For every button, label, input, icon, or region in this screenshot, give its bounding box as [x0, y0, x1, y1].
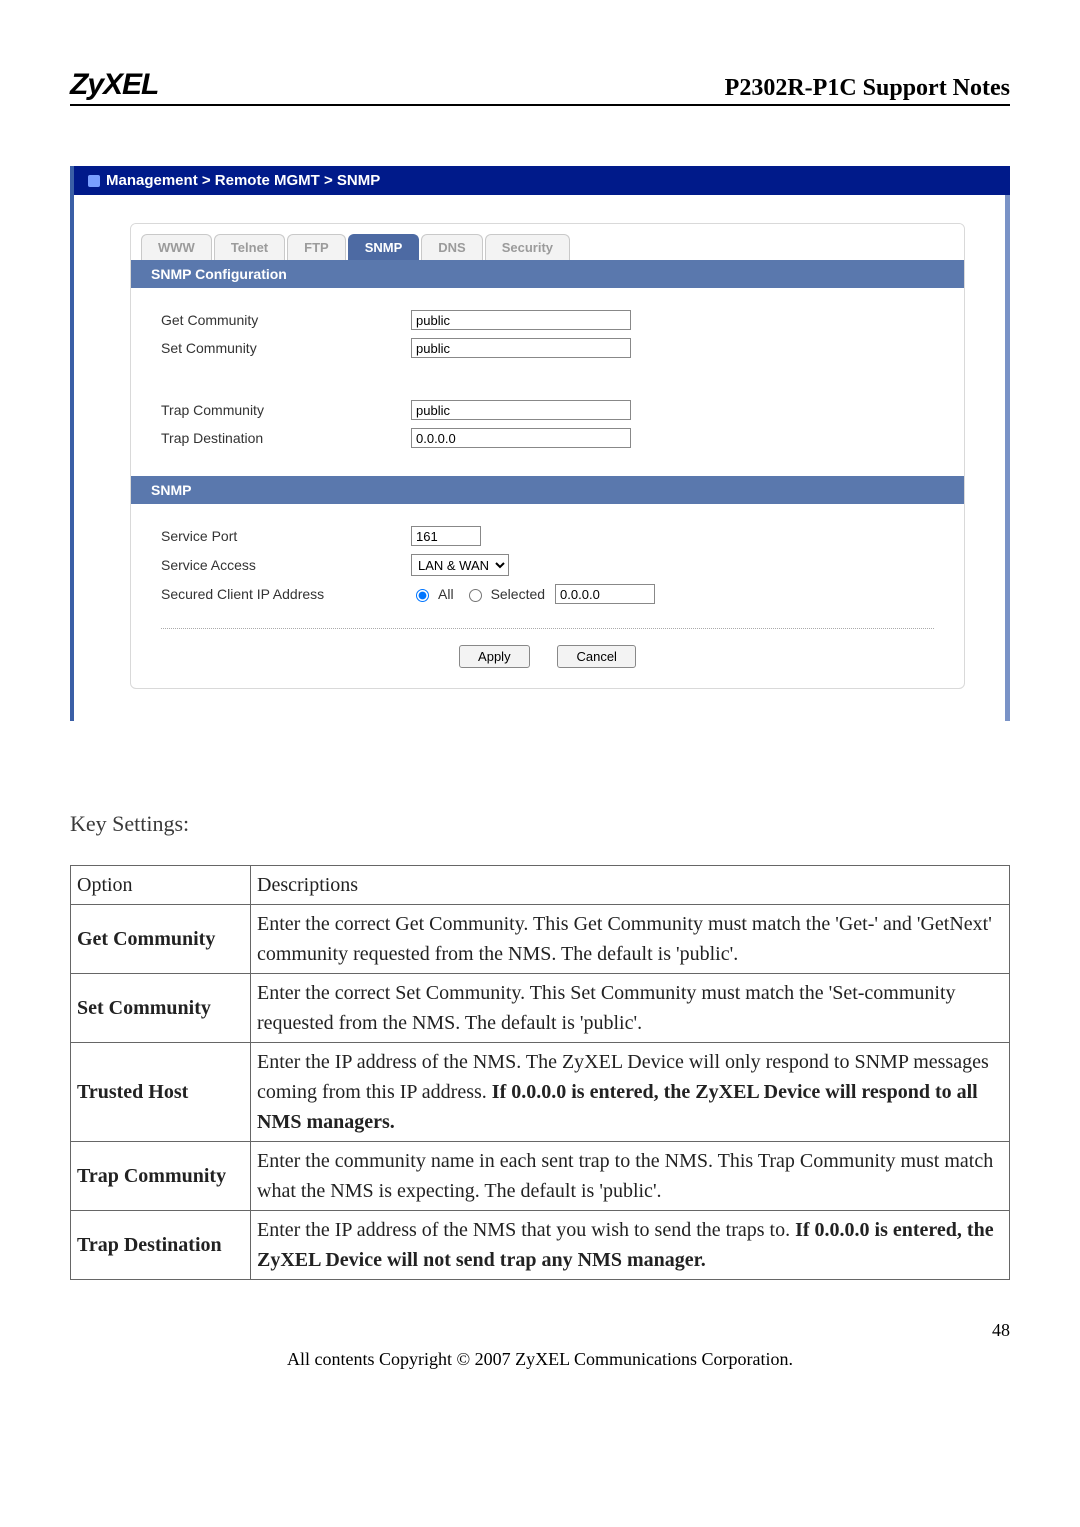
section-title-snmp: SNMP: [131, 476, 964, 504]
set-community-input[interactable]: [411, 338, 631, 358]
copyright: All contents Copyright © 2007 ZyXEL Comm…: [70, 1349, 1010, 1370]
secured-client-label: Secured Client IP Address: [161, 586, 411, 602]
trap-community-label: Trap Community: [161, 402, 411, 418]
trap-destination-label: Trap Destination: [161, 430, 411, 446]
tab-ftp[interactable]: FTP: [287, 234, 346, 260]
table-row: Trusted Host Enter the IP address of the…: [71, 1043, 1010, 1142]
trap-community-input[interactable]: [411, 400, 631, 420]
col-desc-header: Descriptions: [251, 866, 1010, 905]
table-row: Trap Destination Enter the IP address of…: [71, 1211, 1010, 1280]
brand-logo: ZyXEL: [70, 68, 158, 102]
tab-security[interactable]: Security: [485, 234, 570, 260]
service-port-input[interactable]: [411, 526, 481, 546]
breadcrumb-text: Management > Remote MGMT > SNMP: [106, 172, 380, 189]
radio-all[interactable]: [416, 589, 429, 602]
col-option-header: Option: [71, 866, 251, 905]
page-number: 48: [70, 1320, 1010, 1341]
table-row: Trap Community Enter the community name …: [71, 1142, 1010, 1211]
table-row: Get Community Enter the correct Get Comm…: [71, 905, 1010, 974]
document-title: P2302R-P1C Support Notes: [725, 75, 1010, 102]
get-community-label: Get Community: [161, 312, 411, 328]
cancel-button[interactable]: Cancel: [557, 645, 635, 668]
trap-destination-input[interactable]: [411, 428, 631, 448]
document-header: ZyXEL P2302R-P1C Support Notes: [70, 68, 1010, 106]
tab-snmp[interactable]: SNMP: [348, 234, 420, 260]
service-access-select[interactable]: LAN & WAN: [411, 554, 509, 576]
service-port-label: Service Port: [161, 528, 411, 544]
breadcrumb: Management > Remote MGMT > SNMP: [74, 166, 1010, 195]
radio-selected[interactable]: [469, 589, 482, 602]
router-ui-screenshot: Management > Remote MGMT > SNMP WWW Teln…: [70, 166, 1010, 721]
tab-www[interactable]: WWW: [141, 234, 212, 260]
key-settings-table: Option Descriptions Get Community Enter …: [70, 865, 1010, 1280]
get-community-input[interactable]: [411, 310, 631, 330]
service-access-label: Service Access: [161, 557, 411, 573]
breadcrumb-icon: [88, 175, 100, 187]
secured-ip-input[interactable]: [555, 584, 655, 604]
radio-all-label[interactable]: All: [411, 586, 454, 602]
apply-button[interactable]: Apply: [459, 645, 530, 668]
radio-selected-label[interactable]: Selected: [464, 586, 545, 602]
section-title-snmp-config: SNMP Configuration: [131, 260, 964, 288]
table-row: Set Community Enter the correct Set Comm…: [71, 974, 1010, 1043]
set-community-label: Set Community: [161, 340, 411, 356]
tab-bar: WWW Telnet FTP SNMP DNS Security: [131, 224, 964, 260]
key-settings-heading: Key Settings:: [70, 811, 1010, 837]
tab-telnet[interactable]: Telnet: [214, 234, 285, 260]
tab-dns[interactable]: DNS: [421, 234, 482, 260]
